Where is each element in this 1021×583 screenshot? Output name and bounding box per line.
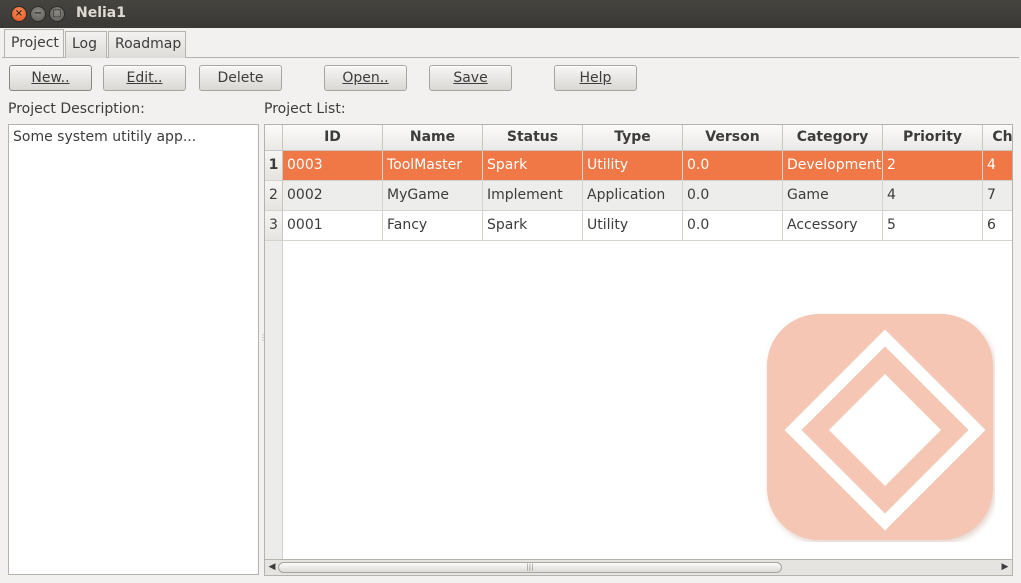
title-bar: × − □ Nelia1 xyxy=(0,0,1021,28)
help-button-label: Help xyxy=(579,70,612,86)
cell-type[interactable]: Utility xyxy=(583,211,683,241)
close-icon[interactable]: × xyxy=(11,6,27,22)
maximize-icon[interactable]: □ xyxy=(49,6,65,22)
column-header-type[interactable]: Type xyxy=(583,125,683,151)
delete-button[interactable]: Delete xyxy=(199,65,282,91)
project-description-textarea[interactable]: Some system utitily app... xyxy=(8,124,259,575)
tab-project[interactable]: Project xyxy=(4,29,64,57)
cell-version[interactable]: 0.0 xyxy=(683,151,783,181)
cell-ch[interactable]: 7 xyxy=(983,181,1012,211)
table-row[interactable]: 2 0002 MyGame Implement Application 0.0 … xyxy=(265,181,1012,211)
cell-type[interactable]: Utility xyxy=(583,151,683,181)
scroll-right-icon[interactable]: ▶ xyxy=(999,561,1011,573)
cell-priority[interactable]: 4 xyxy=(883,181,983,211)
splitter-handle[interactable]: ⋮ xyxy=(259,333,267,343)
project-table[interactable]: ID Name Status Type Verson Category Prio… xyxy=(264,124,1013,560)
cell-id[interactable]: 0003 xyxy=(283,151,383,181)
tab-log[interactable]: Log xyxy=(65,31,107,58)
column-header-category[interactable]: Category xyxy=(783,125,883,151)
tab-roadmap[interactable]: Roadmap xyxy=(108,31,186,58)
cell-category[interactable]: Accessory xyxy=(783,211,883,241)
column-header-ch[interactable]: Ch xyxy=(983,125,1012,151)
edit-button[interactable]: Edit.. xyxy=(103,65,186,91)
open-button-label: Open.. xyxy=(342,70,389,86)
horizontal-scrollbar[interactable]: ◀ ||| ▶ xyxy=(264,560,1013,576)
help-button[interactable]: Help xyxy=(554,65,637,91)
column-header-status[interactable]: Status xyxy=(483,125,583,151)
cell-version[interactable]: 0.0 xyxy=(683,211,783,241)
save-button-label: Save xyxy=(453,70,488,86)
column-header-version[interactable]: Verson xyxy=(683,125,783,151)
row-header-strip xyxy=(265,241,283,559)
table-row[interactable]: 3 0001 Fancy Spark Utility 0.0 Accessory… xyxy=(265,211,1012,241)
cell-category[interactable]: Development xyxy=(783,151,883,181)
row-number[interactable]: 3 xyxy=(265,211,283,241)
row-number[interactable]: 1 xyxy=(265,151,283,181)
cell-type[interactable]: Application xyxy=(583,181,683,211)
new-button-label: New.. xyxy=(31,70,70,86)
project-description-label: Project Description: xyxy=(8,101,145,117)
cell-priority[interactable]: 2 xyxy=(883,151,983,181)
cell-id[interactable]: 0001 xyxy=(283,211,383,241)
delete-button-label: Delete xyxy=(217,70,264,86)
row-number[interactable]: 2 xyxy=(265,181,283,211)
minimize-icon[interactable]: − xyxy=(30,6,46,22)
table-body: 1 0003 ToolMaster Spark Utility 0.0 Deve… xyxy=(265,151,1012,241)
cell-status[interactable]: Spark xyxy=(483,151,583,181)
save-button[interactable]: Save xyxy=(429,65,512,91)
cell-category[interactable]: Game xyxy=(783,181,883,211)
header-corner[interactable] xyxy=(265,125,283,151)
table-row[interactable]: 1 0003 ToolMaster Spark Utility 0.0 Deve… xyxy=(265,151,1012,181)
cell-name[interactable]: Fancy xyxy=(383,211,483,241)
edit-button-label: Edit.. xyxy=(126,70,163,86)
cell-name[interactable]: ToolMaster xyxy=(383,151,483,181)
scrollbar-thumb[interactable]: ||| xyxy=(278,562,782,573)
cell-priority[interactable]: 5 xyxy=(883,211,983,241)
scroll-left-icon[interactable]: ◀ xyxy=(266,561,278,573)
cell-status[interactable]: Implement xyxy=(483,181,583,211)
column-header-priority[interactable]: Priority xyxy=(883,125,983,151)
project-description-text: Some system utitily app... xyxy=(13,129,197,145)
column-header-id[interactable]: ID xyxy=(283,125,383,151)
cell-ch[interactable]: 6 xyxy=(983,211,1012,241)
open-button[interactable]: Open.. xyxy=(324,65,407,91)
cell-id[interactable]: 0002 xyxy=(283,181,383,211)
table-header: ID Name Status Type Verson Category Prio… xyxy=(265,125,1012,151)
tab-bar: Project Log Roadmap xyxy=(2,28,1019,58)
cell-ch[interactable]: 4 xyxy=(983,151,1012,181)
cell-name[interactable]: MyGame xyxy=(383,181,483,211)
window-title: Nelia1 xyxy=(76,5,126,21)
column-header-name[interactable]: Name xyxy=(383,125,483,151)
project-list-label: Project List: xyxy=(264,101,346,117)
cell-status[interactable]: Spark xyxy=(483,211,583,241)
cell-version[interactable]: 0.0 xyxy=(683,181,783,211)
new-button[interactable]: New.. xyxy=(9,65,92,91)
